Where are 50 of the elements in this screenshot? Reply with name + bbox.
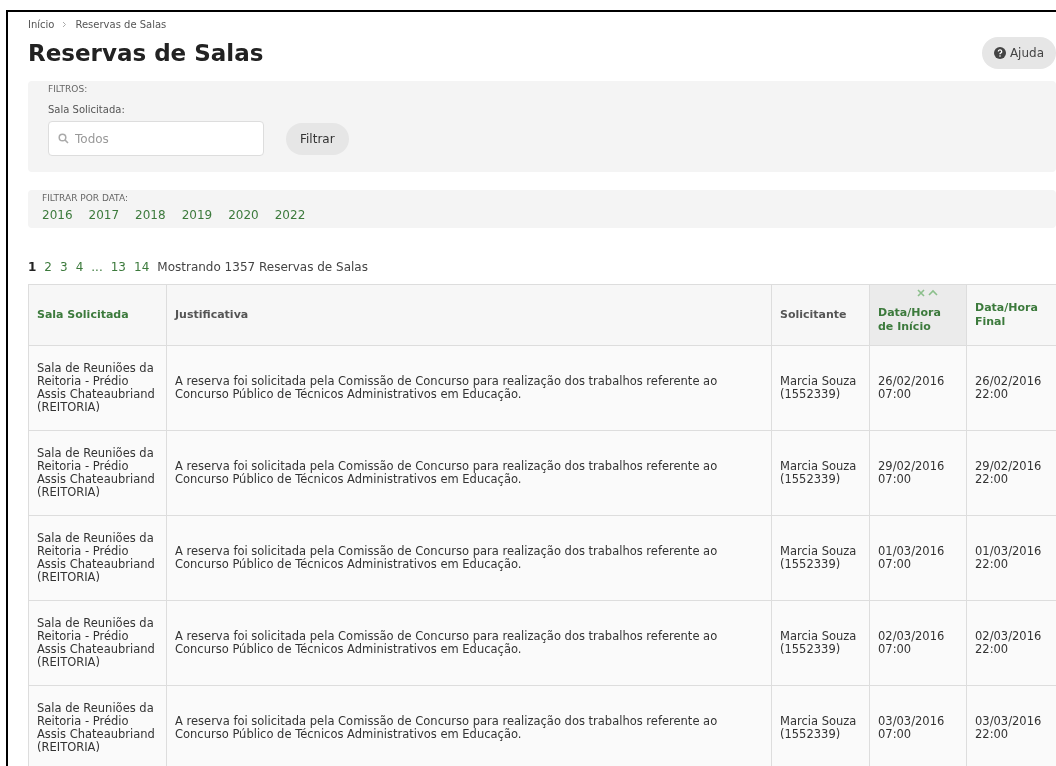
sort-ascending-icon[interactable]: [928, 288, 938, 296]
table-cell: 01/03/2016 07:00: [869, 515, 967, 600]
page-link[interactable]: ...: [91, 257, 103, 276]
page-link[interactable]: 3: [60, 257, 68, 276]
help-button[interactable]: Ajuda: [981, 37, 1056, 70]
table-cell: Sala de Reuniões da Reitoria - Prédio Assis Chateaubriand (REITORIA): [28, 430, 167, 515]
help-icon: [993, 47, 1006, 60]
year-link[interactable]: 2020: [228, 205, 259, 224]
table-cell: 02/03/2016 07:00: [869, 600, 967, 685]
year-link[interactable]: 2017: [88, 205, 120, 224]
table-cell: A reserva foi solicitada pela Comissão de Concurso para realização dos trabalhos referente ao Concurso Público de Técnicos Administrativos em Educação.: [166, 600, 772, 685]
search-icon: [58, 133, 69, 144]
year-link[interactable]: 2018: [135, 205, 166, 224]
table-cell: Marcia Souza (1552339): [771, 600, 870, 685]
table-cell: 29/02/2016 07:00: [869, 430, 967, 515]
table-cell: Marcia Souza (1552339): [771, 345, 870, 430]
breadcrumb-link[interactable]: Início: [28, 17, 55, 32]
column-header[interactable]: Sala Solicitada: [28, 284, 167, 345]
breadcrumb-link[interactable]: Reservas de Salas: [75, 17, 167, 32]
results-count: Mostrando 1357 Reservas de Salas: [157, 258, 368, 276]
table-cell: Sala de Reuniões da Reitoria - Prédio Assis Chateaubriand (REITORIA): [28, 345, 167, 430]
column-header[interactable]: Data/Hora Final: [966, 284, 1056, 345]
table-cell: Sala de Reuniões da Reitoria - Prédio Assis Chateaubriand (REITORIA): [28, 685, 167, 766]
year-link[interactable]: 2016: [42, 205, 73, 224]
table-cell: A reserva foi solicitada pela Comissão de Concurso para realização dos trabalhos referente ao Concurso Público de Técnicos Administrativos em Educação.: [166, 515, 772, 600]
table-cell: A reserva foi solicitada pela Comissão de Concurso para realização dos trabalhos referente ao Concurso Público de Técnicos Administrativos em Educação.: [166, 430, 772, 515]
search-field[interactable]: Todos: [48, 121, 264, 156]
year-link[interactable]: 2022: [274, 205, 306, 224]
page-title: Reservas de Salas: [28, 39, 264, 68]
table-cell: Marcia Souza (1552339): [771, 515, 870, 600]
page-link[interactable]: 1: [28, 257, 37, 276]
table-cell: 26/02/2016 07:00: [869, 345, 967, 430]
column-header[interactable]: Data/Hora de Início: [869, 284, 967, 345]
column-header: Justificativa: [166, 284, 772, 345]
clear-sort-icon[interactable]: [917, 288, 925, 297]
table-cell: Marcia Souza (1552339): [771, 430, 870, 515]
column-header: Solicitante: [771, 284, 870, 345]
chevron-icon: [62, 21, 68, 28]
field-label: Sala Solicitada:: [48, 103, 126, 117]
page-link[interactable]: 13: [110, 257, 126, 276]
table-cell: Sala de Reuniões da Reitoria - Prédio Assis Chateaubriand (REITORIA): [28, 515, 167, 600]
page-link[interactable]: 4: [75, 257, 84, 276]
date-filter-heading: FILTRAR POR DATA:: [42, 192, 129, 205]
page-link[interactable]: 2: [44, 257, 52, 276]
filters-heading: FILTROS:: [48, 82, 89, 96]
year-link[interactable]: 2019: [181, 205, 213, 224]
page-link[interactable]: 14: [134, 257, 150, 276]
table-cell: Sala de Reuniões da Reitoria - Prédio Assis Chateaubriand (REITORIA): [28, 600, 167, 685]
table-cell: A reserva foi solicitada pela Comissão de Concurso para realização dos trabalhos referente ao Concurso Público de Técnicos Administrativos em Educação.: [166, 345, 772, 430]
filter-button[interactable]: Filtrar: [286, 122, 349, 155]
